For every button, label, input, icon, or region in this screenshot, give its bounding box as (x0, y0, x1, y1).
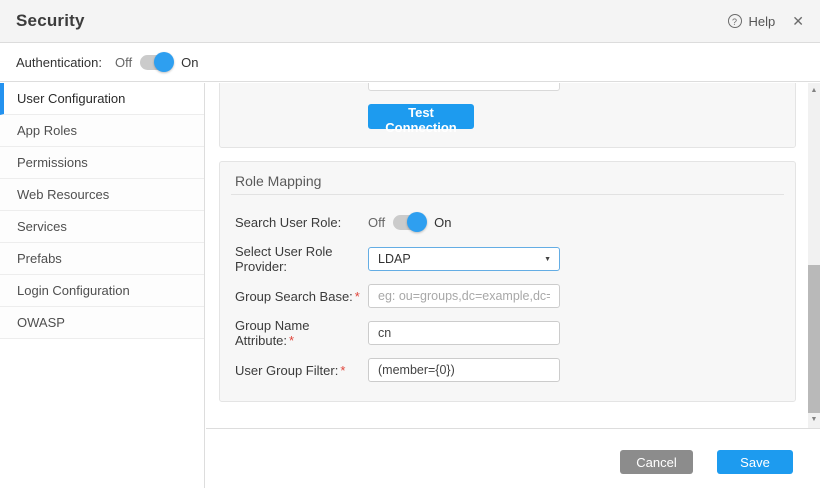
page-title: Security (16, 11, 85, 31)
authentication-toggle-knob (154, 52, 174, 72)
header: Security ? Help ✕ (0, 0, 820, 43)
provider-row: Select User Role Provider: LDAP ▼ (235, 247, 780, 271)
vertical-scrollbar[interactable]: ▲ ▼ (808, 83, 820, 428)
user-group-filter-input[interactable] (368, 358, 560, 382)
authentication-label: Authentication: (16, 55, 102, 70)
user-role-provider-select[interactable]: LDAP ▼ (368, 247, 560, 271)
group-name-attribute-input[interactable] (368, 321, 560, 345)
sidebar-item-login-configuration[interactable]: Login Configuration (0, 275, 204, 307)
help-question-icon: ? (728, 14, 742, 28)
header-actions: ? Help ✕ (728, 14, 804, 29)
group-name-attribute-row: Group Name Attribute:* (235, 321, 780, 345)
group-search-base-label: Group Search Base:* (235, 289, 368, 304)
footer: Cancel Save (206, 428, 820, 488)
close-icon[interactable]: ✕ (792, 14, 804, 28)
ldap-config-panel: Test Connection (219, 83, 796, 148)
sidebar-item-user-configuration[interactable]: User Configuration (0, 83, 204, 115)
required-marker: * (289, 333, 294, 348)
search-user-role-off-label: Off (368, 215, 385, 230)
authentication-off-label: Off (115, 55, 132, 70)
sidebar-item-app-roles[interactable]: App Roles (0, 115, 204, 147)
scrollbar-thumb[interactable] (808, 265, 820, 413)
help-label: Help (749, 14, 776, 29)
sidebar: User Configuration App Roles Permissions… (0, 83, 205, 488)
authentication-toggle-group: Off On (115, 55, 198, 70)
role-mapping-title: Role Mapping (235, 173, 321, 189)
role-mapping-form: Search User Role: Off On Select User Rol… (235, 210, 780, 395)
authentication-on-label: On (181, 55, 198, 70)
role-mapping-divider (231, 194, 784, 195)
search-user-role-toggle[interactable] (393, 215, 426, 230)
required-marker: * (340, 363, 345, 378)
search-user-role-label: Search User Role: (235, 215, 368, 230)
authentication-toggle[interactable] (140, 55, 173, 70)
scroll-up-icon[interactable]: ▲ (808, 85, 820, 97)
footer-buttons: Cancel Save (620, 450, 793, 474)
save-button[interactable]: Save (717, 450, 793, 474)
select-caret-icon: ▼ (544, 256, 551, 263)
main-content: Test Connection Role Mapping Search User… (206, 83, 820, 488)
required-marker: * (355, 289, 360, 304)
group-name-attribute-label: Group Name Attribute:* (235, 318, 368, 348)
sidebar-item-prefabs[interactable]: Prefabs (0, 243, 204, 275)
group-search-base-row: Group Search Base:* (235, 284, 780, 308)
scroll-down-icon[interactable]: ▼ (808, 414, 820, 426)
help-button[interactable]: ? Help (728, 14, 776, 29)
search-user-role-on-label: On (434, 215, 451, 230)
user-role-provider-selected-value: LDAP (378, 252, 411, 266)
test-connection-button[interactable]: Test Connection (368, 104, 474, 129)
provider-label: Select User Role Provider: (235, 244, 368, 274)
sidebar-item-owasp[interactable]: OWASP (0, 307, 204, 339)
sidebar-item-web-resources[interactable]: Web Resources (0, 179, 204, 211)
search-user-role-row: Search User Role: Off On (235, 210, 780, 234)
authentication-bar: Authentication: Off On (0, 44, 820, 82)
sidebar-item-services[interactable]: Services (0, 211, 204, 243)
sidebar-item-permissions[interactable]: Permissions (0, 147, 204, 179)
ldap-config-partial-input[interactable] (368, 83, 560, 91)
group-search-base-input[interactable] (368, 284, 560, 308)
user-group-filter-row: User Group Filter:* (235, 358, 780, 382)
search-user-role-toggle-knob (407, 212, 427, 232)
role-mapping-panel: Role Mapping Search User Role: Off On Se… (219, 161, 796, 402)
search-user-role-toggle-group: Off On (368, 215, 451, 230)
cancel-button[interactable]: Cancel (620, 450, 693, 474)
user-group-filter-label: User Group Filter:* (235, 363, 368, 378)
